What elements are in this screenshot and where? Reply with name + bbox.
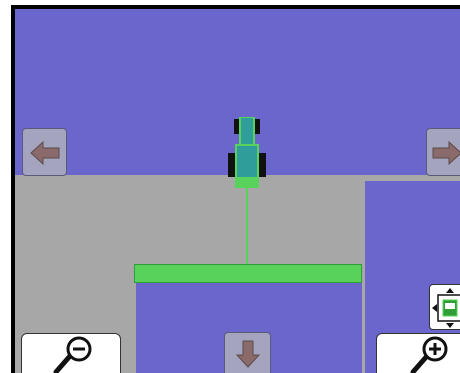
recenter-button[interactable] [429, 284, 460, 330]
zoom-out-icon [53, 336, 92, 373]
down-arrow-icon [235, 340, 261, 368]
left-arrow-icon [30, 140, 60, 166]
map-view[interactable] [15, 9, 460, 373]
recenter-vehicle-icon [432, 288, 460, 328]
pan-right-button[interactable] [426, 128, 460, 176]
zoom-in-button[interactable] [376, 333, 460, 373]
implement-swath [134, 264, 362, 283]
zoom-in-icon [410, 336, 448, 373]
tractor-icon [228, 117, 266, 188]
zoom-out-button[interactable] [21, 333, 121, 373]
pan-left-button[interactable] [22, 128, 67, 176]
guidance-line [246, 187, 248, 264]
pan-down-button[interactable] [224, 332, 271, 373]
right-arrow-icon [432, 140, 460, 166]
